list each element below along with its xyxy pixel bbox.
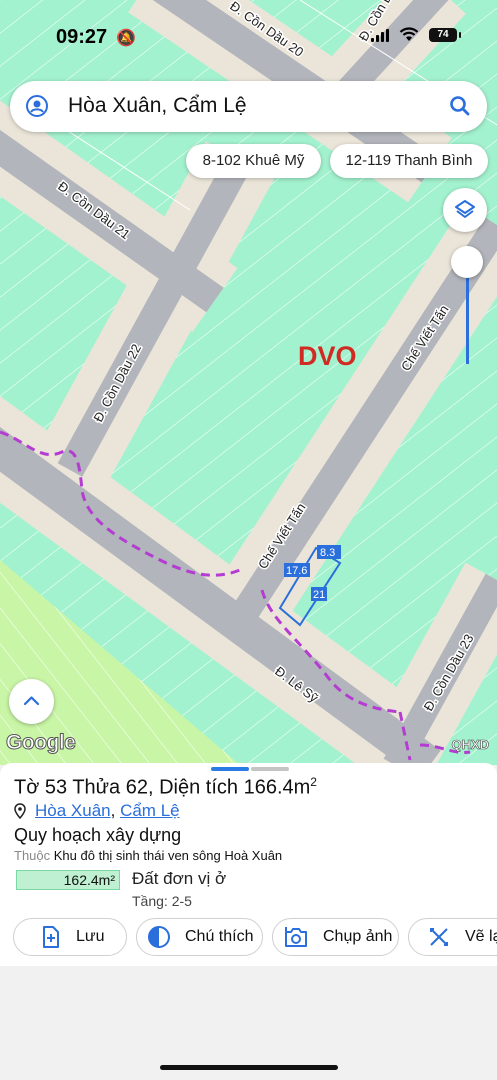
add-photo-icon: [285, 927, 307, 947]
plan-title: Quy hoạch xây dựng: [14, 825, 182, 845]
save-label: Lưu: [76, 928, 105, 945]
save-button[interactable]: Lưu: [13, 918, 127, 956]
search-bar[interactable]: Hòa Xuân, Cẩm Lệ: [10, 81, 487, 132]
bell-mute-icon: 🔕: [116, 30, 136, 47]
belongs-row: Thuộc Khu đô thị sinh thái ven sông Hoà …: [14, 848, 282, 863]
search-input[interactable]: Hòa Xuân, Cẩm Lệ: [68, 94, 247, 118]
status-time: 09:27: [56, 26, 108, 48]
land-type: Đất đơn vị ở: [132, 869, 227, 888]
cell-signal-icon: [371, 28, 389, 42]
opacity-slider-handle[interactable]: [451, 246, 483, 278]
location-row: Hòa Xuân, Cẩm Lệ: [14, 801, 180, 821]
ward-link[interactable]: Hòa Xuân: [35, 801, 111, 821]
parcel-title-sup: 2: [310, 775, 317, 789]
sheet-handle[interactable]: [211, 767, 249, 771]
redraw-button[interactable]: Vẽ lạ: [408, 918, 497, 956]
add-file-icon: [43, 926, 59, 948]
suggestion-chip[interactable]: 8-102 Khuê Mỹ: [186, 144, 321, 178]
belongs-value: Khu đô thị sinh thái ven sông Hoà Xuân: [53, 848, 283, 863]
parcel-title: Tờ 53 Thửa 62, Diện tích 166.4m2: [14, 775, 317, 800]
parcel-dim-label: 21: [313, 589, 325, 601]
district-link[interactable]: Cẩm Lệ: [120, 801, 180, 821]
legend-label: Chú thích: [185, 928, 254, 945]
expand-up-button[interactable]: [9, 679, 54, 724]
sheet-handle[interactable]: [251, 767, 289, 771]
capture-button[interactable]: Chụp ảnh: [272, 918, 399, 956]
contrast-icon: [148, 926, 170, 948]
home-indicator[interactable]: [160, 1065, 338, 1070]
area-badge: 162.4m²: [16, 870, 120, 890]
pin-icon: [14, 803, 26, 819]
battery-icon: 74: [429, 27, 461, 42]
action-row: Lưu Chú thích Chụp ảnh Vẽ lạ: [0, 918, 497, 958]
wifi-icon: [399, 27, 419, 41]
suggestion-chip[interactable]: 12-119 Thanh Bình: [330, 144, 488, 178]
info-sheet: Tờ 53 Thửa 62, Diện tích 166.4m2 Hòa Xuâ…: [0, 763, 497, 966]
status-bar: 09:27 🔕 74: [0, 0, 497, 70]
measure-icon: [430, 928, 448, 946]
legend-button[interactable]: Chú thích: [136, 918, 263, 956]
chevron-up-icon: [23, 696, 40, 706]
search-icon[interactable]: [447, 93, 473, 119]
account-icon[interactable]: [25, 94, 49, 118]
floors-text: Tầng: 2-5: [132, 893, 192, 909]
layers-icon: [455, 200, 475, 218]
parcel-dim-label: 17.6: [286, 565, 307, 577]
google-logo: Google: [5, 731, 76, 755]
layers-button[interactable]: [443, 188, 487, 232]
redraw-label: Vẽ lạ: [465, 928, 497, 945]
parcel-dim-label: 8.3: [320, 547, 335, 559]
comma-separator: ,: [110, 801, 121, 820]
watermark-text: DVO: [298, 341, 357, 371]
capture-label: Chụp ảnh: [323, 928, 393, 945]
belongs-label: Thuộc: [14, 848, 51, 863]
parcel-title-text: Tờ 53 Thửa 62, Diện tích 166.4m: [14, 776, 311, 799]
map-attribution: QHXD: [451, 737, 489, 753]
